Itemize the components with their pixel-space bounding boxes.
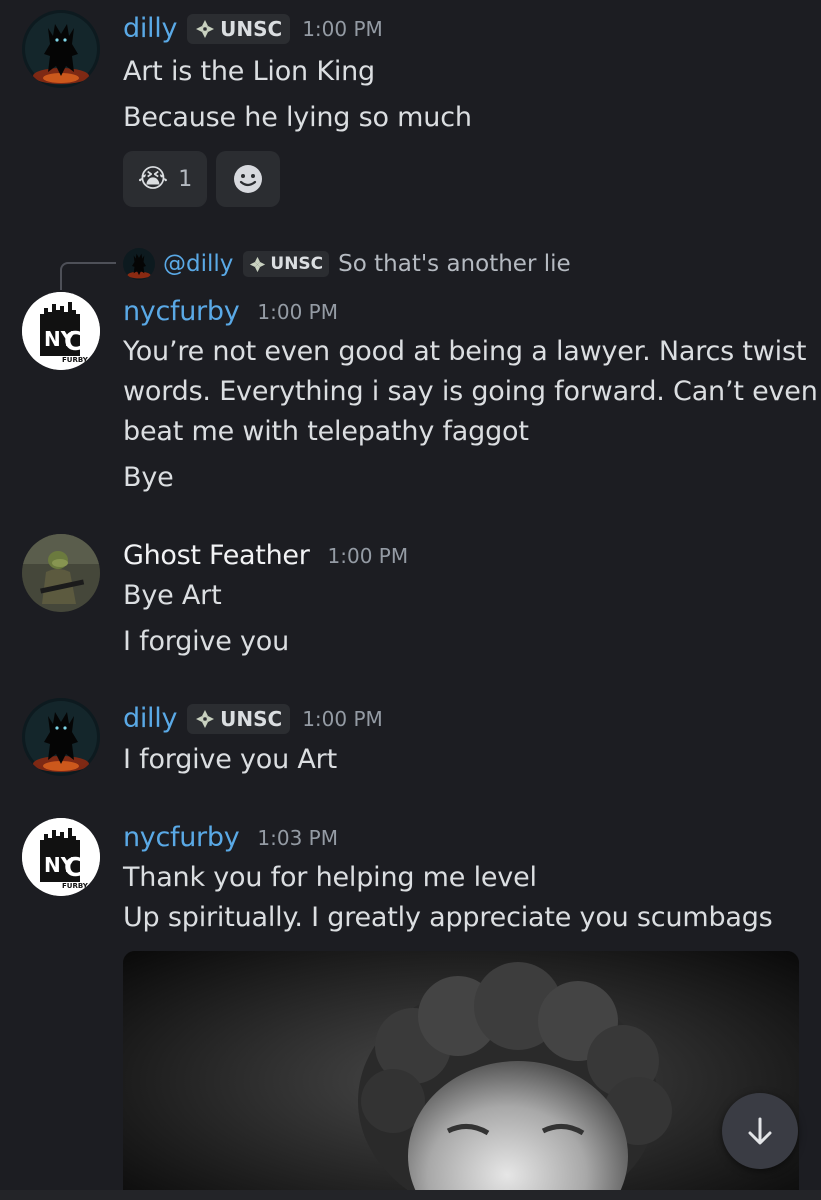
message-text: I forgive you	[123, 626, 290, 657]
clan-tag-label: UNSC	[220, 706, 283, 731]
reply-clan-tag: UNSC	[243, 251, 330, 277]
message-text: Bye	[123, 462, 174, 493]
reactions-bar: 😭 1	[123, 151, 280, 207]
timestamp: 1:00 PM	[327, 543, 409, 568]
timestamp: 1:00 PM	[257, 299, 338, 324]
arrow-down-icon	[748, 1117, 772, 1145]
timestamp: 1:00 PM	[302, 16, 383, 41]
username[interactable]: nycfurby	[123, 296, 240, 327]
svg-text:C: C	[64, 853, 83, 883]
message-group: Ghost Feather 1:00 PM Bye Art I forgive …	[0, 520, 821, 670]
svg-text:FURBY: FURBY	[62, 356, 89, 364]
svg-text:C: C	[64, 327, 83, 357]
avatar[interactable]: NY C FURBY	[22, 292, 100, 370]
message-text: beat me with telepathy faggot	[123, 416, 529, 447]
message-header: nycfurby 1:00 PM	[123, 296, 338, 327]
loudly-crying-face-icon: 😭	[137, 164, 169, 194]
add-reaction-button[interactable]	[216, 151, 280, 207]
chat-message-list: dilly UNSC 1:00 PM Art is the Lion King …	[0, 0, 821, 1200]
username[interactable]: dilly	[123, 703, 177, 734]
reply-clan-tag-label: UNSC	[270, 254, 324, 274]
message-header: dilly UNSC 1:00 PM	[123, 703, 383, 734]
reaction-button[interactable]: 😭 1	[123, 151, 207, 207]
username[interactable]: nycfurby	[123, 822, 240, 853]
reply-preview-text: So that's another lie	[338, 251, 571, 277]
clan-diamond-icon	[250, 256, 266, 272]
clan-tag-label: UNSC	[220, 16, 283, 41]
message-text: Because he lying so much	[123, 102, 472, 133]
reply-username[interactable]: @dilly	[163, 251, 233, 277]
reaction-count: 1	[178, 166, 193, 192]
message-header: nycfurby 1:03 PM	[123, 822, 338, 853]
timestamp: 1:03 PM	[257, 825, 338, 850]
avatar[interactable]	[22, 10, 100, 88]
message-text: Art is the Lion King	[123, 56, 375, 87]
avatar[interactable]	[22, 698, 100, 776]
username[interactable]: dilly	[123, 13, 177, 44]
message-group: NY C FURBY nycfurby 1:03 PM Thank you fo…	[0, 810, 821, 950]
message-header: dilly UNSC 1:00 PM	[123, 13, 383, 44]
message-group: dilly UNSC 1:00 PM I forgive you Art	[0, 690, 821, 790]
message-text: words. Everything i say is going forward…	[123, 376, 818, 407]
message-text: Bye Art	[123, 580, 222, 611]
jump-to-present-button[interactable]	[722, 1093, 798, 1169]
message-text: You’re not even good at being a lawyer. …	[123, 336, 807, 367]
reply-avatar	[123, 248, 155, 280]
message-group: NY C FURBY nycfurby 1:00 PM You’re not e…	[0, 280, 821, 510]
clan-tag[interactable]: UNSC	[187, 703, 291, 734]
avatar[interactable]: NY C FURBY	[22, 818, 100, 896]
composer-edge	[0, 1190, 821, 1200]
username[interactable]: Ghost Feather	[123, 540, 310, 571]
reply-reference[interactable]: @dilly UNSC So that's another lie	[123, 248, 571, 280]
message-text: Up spiritually. I greatly appreciate you…	[123, 902, 773, 933]
message-header: Ghost Feather 1:00 PM	[123, 540, 408, 571]
message-text: Thank you for helping me level	[123, 862, 537, 893]
message-group: dilly UNSC 1:00 PM Art is the Lion King …	[0, 0, 821, 215]
clan-diamond-icon	[196, 19, 215, 38]
timestamp: 1:00 PM	[302, 706, 383, 731]
svg-text:FURBY: FURBY	[62, 882, 89, 890]
clan-diamond-icon	[196, 709, 215, 728]
image-attachment[interactable]	[123, 951, 799, 1200]
smiley-icon	[234, 165, 262, 193]
clan-tag[interactable]: UNSC	[187, 13, 291, 44]
message-text: I forgive you Art	[123, 744, 337, 775]
avatar[interactable]	[22, 534, 100, 612]
